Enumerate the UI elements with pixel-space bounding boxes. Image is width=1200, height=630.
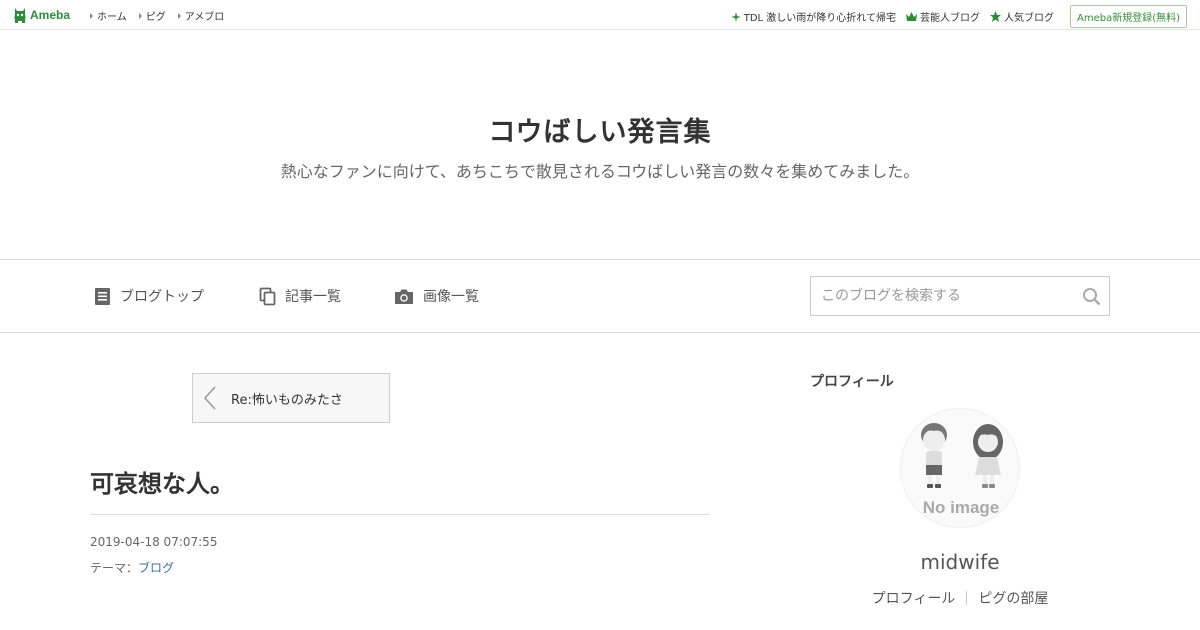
document-icon [95, 287, 110, 305]
nav-link-label: ホーム [97, 12, 127, 23]
profile-link[interactable]: プロフィール [872, 588, 956, 608]
signup-button[interactable]: Ameba新規登録(無料) [1069, 5, 1187, 28]
nav-entry-list-label: 記事一覧 [285, 289, 341, 305]
sparkle-icon [730, 11, 741, 22]
popular-blog-label: 人気ブログ [1003, 13, 1054, 24]
entry-date: 2019-04-18 07:07:55 [90, 535, 218, 549]
entry-title: 可哀想な人。 [90, 470, 234, 498]
celebrity-blog-label: 芸能人ブログ [919, 13, 980, 24]
pigg-room-link[interactable]: ピグの部屋 [978, 588, 1048, 608]
nav-link-home[interactable]: ホーム [90, 8, 127, 23]
nav-link-label: アメブロ [184, 12, 225, 23]
global-nav: ホーム ピグ アメブロ [90, 8, 224, 23]
avatar[interactable]: No image [900, 408, 1020, 528]
nav-link-pigg[interactable]: ピグ [138, 8, 166, 23]
prev-entry-button[interactable]: Re:怖いものみたさ [192, 373, 390, 423]
profile-heading: プロフィール [810, 374, 894, 390]
chevron-right-icon [177, 12, 181, 19]
logo-text: Ameba [30, 8, 71, 22]
theme-prefix: テーマ： [90, 561, 139, 575]
nav-image-list[interactable]: 画像一覧 [394, 286, 479, 306]
chevron-right-icon [138, 12, 142, 19]
theme-link[interactable]: ブログ [138, 561, 174, 575]
blog-description: 熱心なファンに向けて、あちこちで散見されるコウばしい発言の数々を集めてみました。 [280, 162, 920, 181]
chevron-right-icon [90, 12, 93, 19]
nav-blog-top[interactable]: ブログトップ [94, 286, 204, 306]
trending-link[interactable]: TDL 激しい雨が降り心折れて帰宅 [730, 9, 896, 24]
star-icon [989, 11, 1001, 22]
popular-blog-link[interactable]: 人気ブログ [989, 9, 1054, 24]
blog-title[interactable]: コウばしい発言集 [0, 110, 1200, 149]
camera-icon [395, 289, 413, 304]
prev-entry-label: Re:怖いものみたさ [231, 392, 343, 408]
search-icon[interactable] [1082, 287, 1101, 306]
divider [90, 514, 710, 515]
header-links: TDL 激しい雨が降り心折れて帰宅 芸能人ブログ 人気ブログ Ameba新規登録… [721, 5, 1187, 28]
blog-header: コウばしい発言集 熱心なファンに向けて、あちこちで散見されるコウばしい発言の数々… [0, 30, 1200, 260]
blog-search [810, 276, 1110, 316]
nav-image-list-label: 画像一覧 [423, 289, 479, 305]
blog-nav: ブログトップ 記事一覧 画像一覧 [0, 260, 1200, 333]
nav-link-label: ピグ [145, 12, 166, 23]
trending-link-label: TDL 激しい雨が降り心折れて帰宅 [743, 13, 896, 24]
global-header: Ameba ホーム ピグ アメブロ TDL 激しい雨が降り心折れて帰宅 芸能人ブ… [0, 0, 1200, 30]
nav-blog-top-label: ブログトップ [120, 289, 204, 305]
ameba-logo-icon [14, 8, 26, 23]
no-image-label: No image [922, 498, 1000, 517]
profile-links: プロフィール ピグの部屋 [810, 588, 1110, 608]
celebrity-blog-link[interactable]: 芸能人ブログ [905, 9, 980, 24]
search-input[interactable] [811, 277, 1071, 315]
copy-icon [259, 287, 276, 305]
nav-link-ameblo[interactable]: アメブロ [177, 8, 225, 23]
nav-entry-list[interactable]: 記事一覧 [259, 286, 341, 306]
chevron-left-icon [203, 386, 216, 410]
crown-icon [905, 12, 917, 21]
entry-theme: テーマ：ブログ [90, 559, 174, 576]
divider [966, 591, 968, 605]
profile-nickname[interactable]: midwife [810, 550, 1110, 574]
ameba-logo[interactable]: Ameba [13, 6, 70, 24]
